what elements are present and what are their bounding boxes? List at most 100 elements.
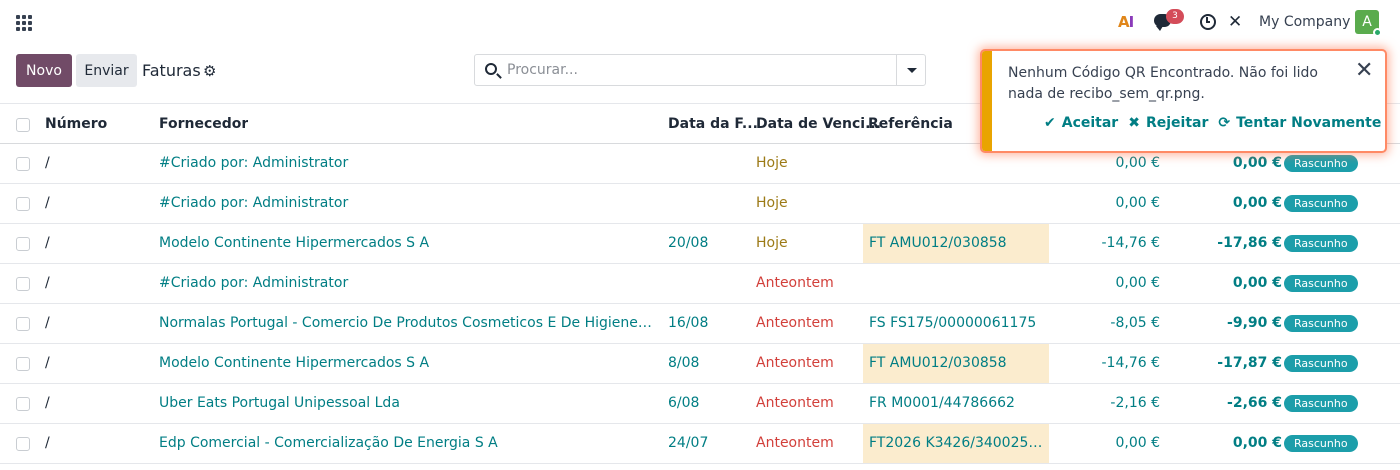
cell-supplier: #Criado por: Administrator — [159, 155, 349, 171]
table-row[interactable]: / Uber Eats Portugal Unipessoal Lda 6/08 An… — [0, 384, 1400, 424]
status-badge: Rascunho — [1284, 155, 1358, 172]
status-badge: Rascunho — [1284, 235, 1358, 252]
cell-total: 0,00 € — [1232, 155, 1282, 171]
cell-total: 0,00 € — [1232, 435, 1282, 451]
cell-reference: FT AMU012/030858 — [863, 224, 1049, 263]
row-checkbox[interactable] — [16, 357, 30, 371]
close-icon[interactable]: ✕ — [1355, 60, 1373, 82]
cell-invoice-date: 6/08 — [668, 395, 700, 411]
search-icon — [485, 63, 497, 75]
cell-number: / — [45, 355, 50, 371]
cell-reference: FT2026 K3426/34002562... — [863, 424, 1049, 463]
table-row[interactable]: / Modelo Continente Hipermercados S A 20/0… — [0, 224, 1400, 264]
cell-invoice-date: 24/07 — [668, 435, 709, 451]
cell-due-date: Anteontem — [756, 395, 834, 411]
cell-invoice-date: 8/08 — [668, 355, 700, 371]
row-checkbox[interactable] — [16, 397, 30, 411]
cell-due-date: Hoje — [756, 195, 788, 211]
status-badge: Rascunho — [1284, 395, 1358, 412]
cell-number: / — [45, 155, 50, 171]
cell-invoice-date: 20/08 — [668, 235, 709, 251]
cell-number: / — [45, 435, 50, 451]
cell-reference — [863, 264, 1049, 303]
cell-reference: FR M0001/44786662 — [869, 395, 1015, 411]
table-row[interactable]: / Modelo Continente Hipermercados S A 8/08… — [0, 344, 1400, 384]
x-icon: ✖ — [1128, 115, 1140, 131]
cell-supplier: Edp Comercial - Comercialização De Energ… — [159, 435, 498, 451]
activity-clock-icon[interactable] — [1200, 14, 1216, 30]
cell-number: / — [45, 315, 50, 331]
row-checkbox[interactable] — [16, 237, 30, 251]
cell-number: / — [45, 235, 50, 251]
status-badge: Rascunho — [1284, 275, 1358, 292]
notification-message: Nenhum Código QR Encontrado. Não foi lid… — [1008, 65, 1318, 102]
select-all-checkbox[interactable] — [16, 118, 30, 132]
cell-due-date: Anteontem — [756, 355, 834, 371]
send-button[interactable]: Enviar — [76, 54, 137, 87]
cell-subtotal: 0,00 € — [1115, 195, 1160, 211]
table-row[interactable]: / #Criado por: Administrator Hoje 0,00 € 0,0… — [0, 184, 1400, 224]
row-checkbox[interactable] — [16, 437, 30, 451]
cell-reference: FS FS175/00000061175 — [869, 315, 1037, 331]
table-row[interactable]: / #Criado por: Administrator Anteontem 0,00… — [0, 264, 1400, 304]
cell-supplier: Modelo Continente Hipermercados S A — [159, 355, 430, 371]
cell-number: / — [45, 195, 50, 211]
cell-due-date: Anteontem — [756, 435, 834, 451]
table-row[interactable]: / Normalas Portugal - Comercio De Produto… — [0, 304, 1400, 344]
check-icon: ✔ — [1044, 115, 1056, 131]
cell-number: / — [45, 395, 50, 411]
invoices-table: Número Fornecedor Data da F... Data de V… — [0, 103, 1400, 464]
table-row[interactable]: / Edp Comercial - Comercialização De Ener… — [0, 424, 1400, 464]
status-badge: Rascunho — [1284, 195, 1358, 212]
notification-actions: ✔ Aceitar ✖ Rejeitar ⟳ Tentar Novamente — [1044, 115, 1381, 131]
retry-button[interactable]: ⟳ Tentar Novamente — [1218, 115, 1381, 131]
status-badge: Rascunho — [1284, 315, 1358, 332]
row-checkbox[interactable] — [16, 197, 30, 211]
apps-menu-icon[interactable] — [16, 15, 32, 31]
cell-total: -17,86 € — [1217, 235, 1282, 251]
cell-supplier: Normalas Portugal - Comercio De Produtos… — [159, 315, 654, 331]
reject-button[interactable]: ✖ Rejeitar — [1128, 115, 1208, 131]
status-badge: Rascunho — [1284, 435, 1358, 452]
accept-button[interactable]: ✔ Aceitar — [1044, 115, 1118, 131]
search-bar — [474, 54, 926, 86]
cell-number: / — [45, 275, 50, 291]
header-number[interactable]: Número — [45, 116, 107, 132]
row-checkbox[interactable] — [16, 317, 30, 331]
cell-subtotal: -2,16 € — [1110, 395, 1160, 411]
status-badge: Rascunho — [1284, 355, 1358, 372]
cell-supplier: #Criado por: Administrator — [159, 275, 349, 291]
cell-total: 0,00 € — [1232, 195, 1282, 211]
cell-subtotal: 0,00 € — [1115, 275, 1160, 291]
header-due-date[interactable]: Data de Venci... — [756, 116, 881, 132]
messages-count-badge: 3 — [1166, 9, 1184, 24]
cell-subtotal: 0,00 € — [1115, 155, 1160, 171]
cell-subtotal: 0,00 € — [1115, 435, 1160, 451]
header-invoice-date[interactable]: Data da F... — [668, 116, 758, 132]
warning-bar — [982, 51, 992, 151]
cell-total: -17,87 € — [1217, 355, 1282, 371]
cell-reference: FT AMU012/030858 — [863, 344, 1049, 383]
row-checkbox[interactable] — [16, 157, 30, 171]
refresh-icon: ⟳ — [1218, 115, 1231, 131]
debug-tools-icon[interactable]: ✕ — [1228, 12, 1242, 32]
header-reference[interactable]: Referência — [868, 116, 953, 132]
new-button[interactable]: Novo — [16, 54, 72, 87]
header-supplier[interactable]: Fornecedor — [159, 116, 248, 132]
cell-due-date: Hoje — [756, 235, 788, 251]
ai-icon[interactable]: AI — [1118, 13, 1134, 31]
row-checkbox[interactable] — [16, 277, 30, 291]
cell-supplier: Modelo Continente Hipermercados S A — [159, 235, 430, 251]
online-status-dot — [1373, 28, 1382, 37]
cell-subtotal: -14,76 € — [1101, 235, 1161, 251]
gear-icon[interactable]: ⚙ — [203, 62, 216, 80]
cell-total: -2,66 € — [1227, 395, 1282, 411]
search-input[interactable] — [507, 57, 887, 83]
cell-total: -9,90 € — [1227, 315, 1282, 331]
cell-supplier: Uber Eats Portugal Unipessoal Lda — [159, 395, 400, 411]
top-navbar: AI 3 ✕ My Company A — [0, 0, 1400, 44]
search-options-toggle[interactable] — [896, 55, 925, 85]
company-switcher[interactable]: My Company — [1259, 14, 1350, 30]
cell-reference — [863, 184, 1049, 223]
cell-due-date: Hoje — [756, 155, 788, 171]
